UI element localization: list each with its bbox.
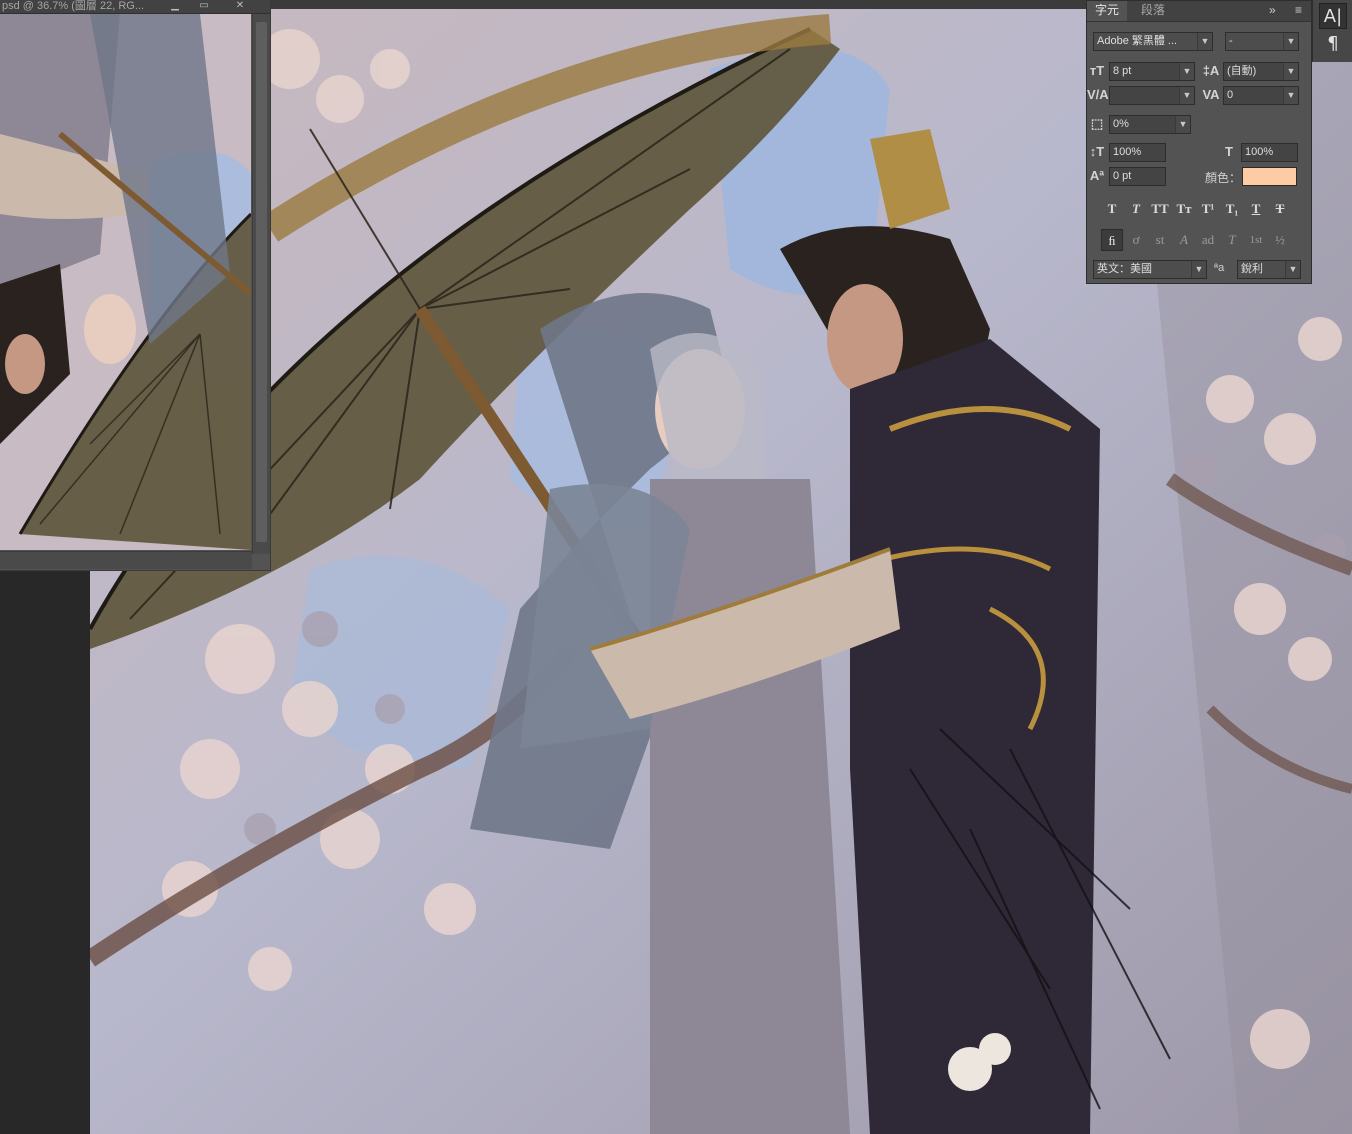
chevron-down-icon: ▼ <box>1175 116 1190 133</box>
chevron-down-icon: ▼ <box>1179 63 1194 80</box>
anti-alias-select[interactable]: 銳利 ▼ <box>1237 260 1301 279</box>
tracking-icon: VA <box>1202 87 1220 102</box>
vertical-scale-icon: ↕T <box>1089 144 1105 159</box>
panel-menu-icon[interactable]: ≡ <box>1295 3 1302 17</box>
chevron-down-icon: ▼ <box>1179 87 1194 104</box>
document-horizontal-scrollbar[interactable] <box>0 551 252 569</box>
stylistic-alternates-button[interactable]: ad <box>1197 229 1219 251</box>
titling-alternates-button[interactable]: T <box>1221 229 1243 251</box>
chevron-down-icon: ▼ <box>1191 261 1206 278</box>
anti-alias-value: 銳利 <box>1241 263 1263 275</box>
tsume-icon: ⬚ <box>1090 116 1104 131</box>
font-style-value: - <box>1229 35 1233 47</box>
tab-character[interactable]: 字元 <box>1087 1 1128 21</box>
small-caps-button[interactable]: Tт <box>1173 198 1195 220</box>
leading-field[interactable]: (自動) ▼ <box>1223 62 1299 81</box>
leading-icon: ‡A <box>1202 63 1220 78</box>
subscript-button[interactable]: T₁ <box>1221 198 1243 220</box>
chevron-down-icon: ▼ <box>1283 63 1298 80</box>
font-size-field[interactable]: 8 pt ▼ <box>1109 62 1195 81</box>
flipped-artwork-preview <box>0 14 251 550</box>
swash-button[interactable]: A <box>1173 229 1195 251</box>
panel-dock: A| ¶ <box>1312 0 1352 62</box>
horizontal-scale-icon: T <box>1225 144 1233 159</box>
tsume-value: 0% <box>1113 118 1129 130</box>
faux-italic-button[interactable]: T <box>1125 198 1147 220</box>
document-vertical-scrollbar[interactable] <box>252 14 270 554</box>
panel-tab-bar: 字元 段落 » ≡ <box>1087 1 1311 22</box>
document-titlebar[interactable]: psd @ 36.7% (圖層 22, RG... ▁ ▭ ✕ <box>0 0 270 14</box>
collapse-panel-icon[interactable]: » <box>1269 3 1276 17</box>
font-size-icon: тT <box>1089 63 1105 78</box>
chevron-down-icon: ▼ <box>1283 87 1298 104</box>
restore-icon[interactable]: ▭ <box>193 0 215 12</box>
vertical-scale-field[interactable]: 100% <box>1109 143 1166 162</box>
discretionary-ligatures-button[interactable]: st <box>1149 229 1171 251</box>
tracking-field[interactable]: 0 ▼ <box>1223 86 1299 105</box>
horizontal-scale-value: 100% <box>1245 146 1274 158</box>
close-icon[interactable]: ✕ <box>229 0 251 12</box>
language-value: 英文：美國 <box>1097 263 1152 275</box>
leading-value: (自動) <box>1227 65 1257 77</box>
anti-alias-label: ªa <box>1214 262 1225 274</box>
scrollbar-thumb[interactable] <box>256 22 267 542</box>
font-style-select[interactable]: - ▼ <box>1225 32 1299 51</box>
ligatures-button[interactable]: ﬁ <box>1101 229 1123 251</box>
fractions-button[interactable]: ½ <box>1269 229 1291 251</box>
all-caps-button[interactable]: TT <box>1149 198 1171 220</box>
document-preview[interactable] <box>0 14 251 550</box>
font-family-select[interactable]: Adobe 繁黑體 ... ▼ <box>1093 32 1213 51</box>
document-window[interactable]: psd @ 36.7% (圖層 22, RG... ▁ ▭ ✕ <box>0 0 271 571</box>
faux-bold-button[interactable]: T <box>1101 198 1123 220</box>
chevron-down-icon: ▼ <box>1283 33 1298 50</box>
underline-button[interactable]: T <box>1245 198 1267 220</box>
document-title: psd @ 36.7% (圖層 22, RG... <box>2 0 144 12</box>
chevron-down-icon: ▼ <box>1197 33 1212 50</box>
language-select[interactable]: 英文：美國 ▼ <box>1093 260 1207 279</box>
color-label: 顏色： <box>1205 171 1242 185</box>
text-color-swatch[interactable] <box>1242 167 1297 186</box>
font-family-value: Adobe 繁黑體 ... <box>1097 35 1178 47</box>
tracking-value: 0 <box>1227 89 1234 101</box>
kerning-icon: V/A <box>1087 87 1109 102</box>
kerning-field[interactable]: ▼ <box>1109 86 1195 105</box>
chevron-down-icon: ▼ <box>1285 261 1300 278</box>
baseline-shift-icon: Aª <box>1089 168 1105 183</box>
minimize-icon[interactable]: ▁ <box>164 0 186 12</box>
strikethrough-button[interactable]: T <box>1269 198 1291 220</box>
tsume-field[interactable]: 0% ▼ <box>1109 115 1191 134</box>
old-style-button[interactable]: ơ <box>1125 229 1147 251</box>
ordinals-button[interactable]: 1st <box>1245 229 1267 251</box>
character-panel-icon[interactable]: A| <box>1319 3 1347 29</box>
paragraph-panel-icon[interactable]: ¶ <box>1319 31 1347 57</box>
baseline-shift-value: 0 pt <box>1113 170 1132 182</box>
tab-paragraph[interactable]: 段落 <box>1133 1 1173 21</box>
baseline-shift-field[interactable]: 0 pt <box>1109 167 1166 186</box>
superscript-button[interactable]: T¹ <box>1197 198 1219 220</box>
vertical-scale-value: 100% <box>1113 146 1142 158</box>
horizontal-scale-field[interactable]: 100% <box>1241 143 1298 162</box>
font-size-value: 8 pt <box>1113 65 1132 77</box>
character-panel: 字元 段落 » ≡ Adobe 繁黑體 ... ▼ - ▼ тT 8 pt ▼ … <box>1086 0 1312 284</box>
